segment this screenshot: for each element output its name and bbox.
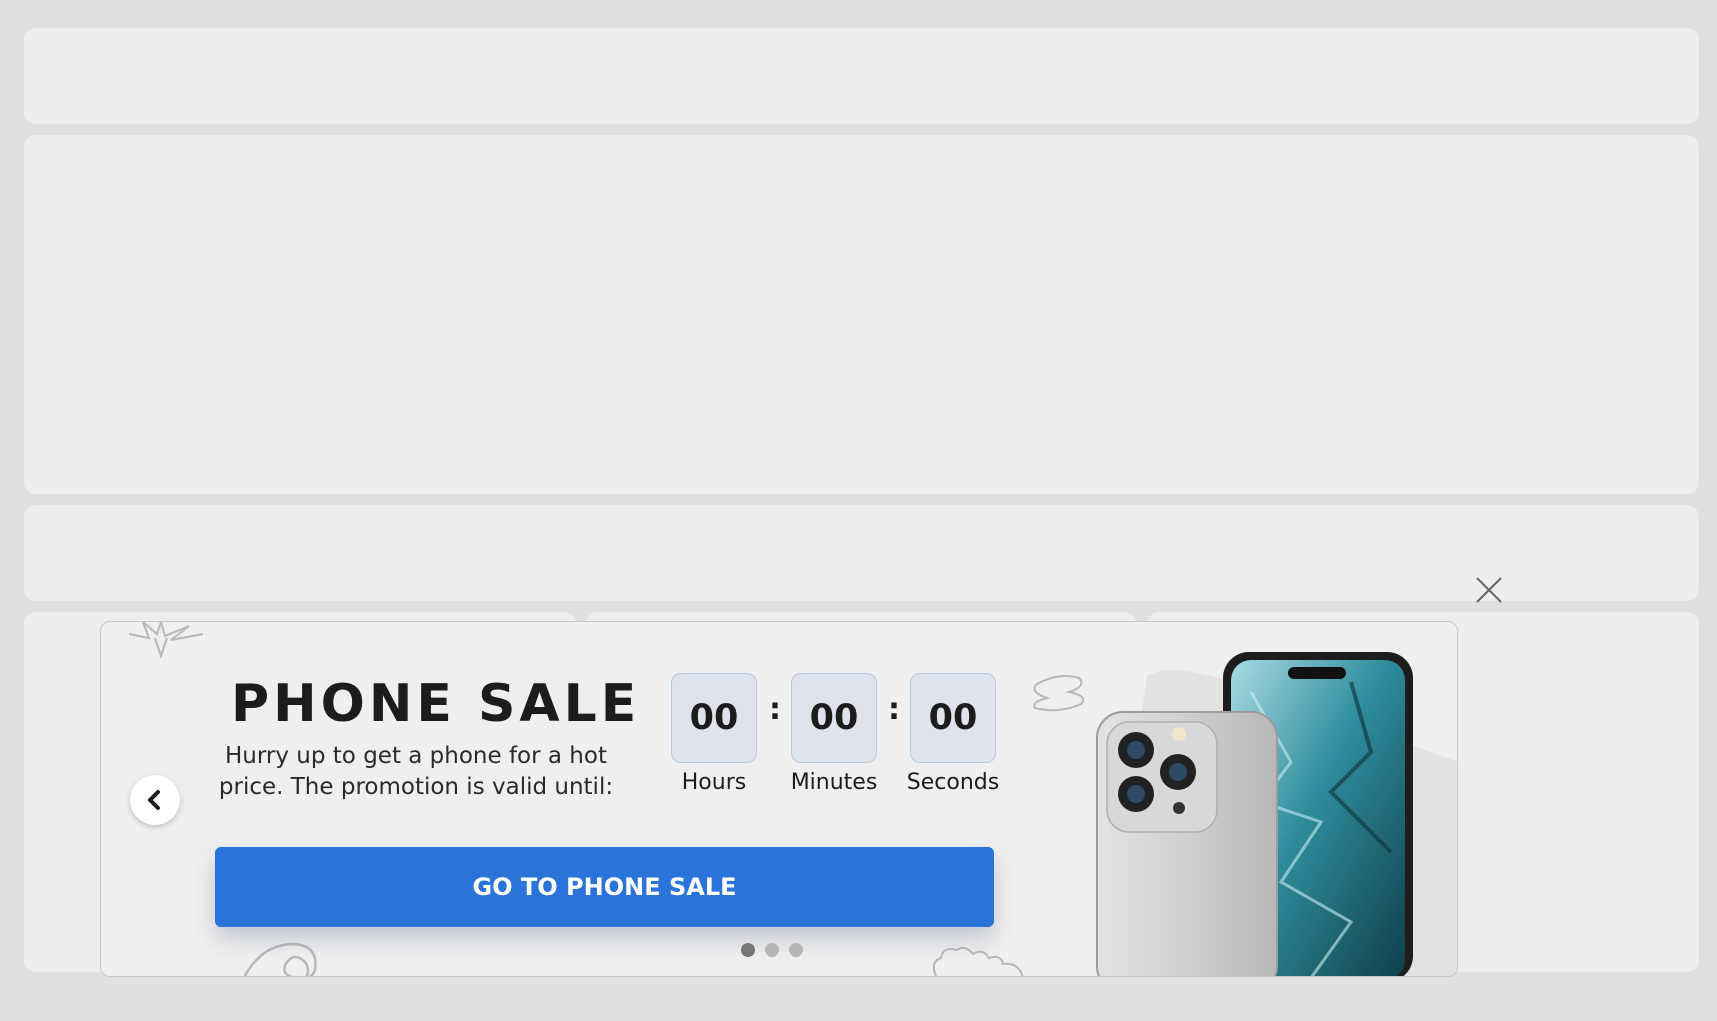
banner-title: PHONE SALE [231, 674, 641, 734]
go-to-phone-sale-button[interactable]: GO TO PHONE SALE [215, 847, 994, 927]
smartphone-product-image [1096, 652, 1457, 976]
carousel-dot-2[interactable] [765, 943, 779, 957]
placeholder-section-block [24, 505, 1699, 601]
timer-seconds-value: 00 [910, 673, 996, 763]
placeholder-header-block [24, 28, 1699, 124]
cloud-doodle-icon [932, 946, 1024, 976]
banner-subtitle: Hurry up to get a phone for a hot price.… [218, 743, 614, 800]
carousel-prev-button[interactable] [130, 775, 180, 825]
close-banner-button[interactable] [1472, 573, 1506, 607]
placeholder-hero-block [24, 135, 1699, 494]
timer-hours-label: Hours [681, 770, 747, 795]
timer-hours-value: 00 [671, 673, 757, 763]
close-icon [1476, 577, 1502, 603]
timer-minutes-label: Minutes [790, 770, 878, 795]
timer-seconds-label: Seconds [906, 770, 1000, 795]
carousel-dot-1[interactable] [741, 943, 755, 957]
page: PHONE SALE Hurry up to get a phone for a… [0, 0, 1717, 1021]
timer-separator: : [888, 692, 900, 727]
timer-separator: : [769, 692, 781, 727]
carousel-pagination [741, 943, 803, 957]
carousel-dot-3[interactable] [789, 943, 803, 957]
timer-minutes-value: 00 [791, 673, 877, 763]
starburst-doodle-icon [128, 622, 204, 660]
loop-doodle-icon [243, 942, 317, 976]
chevron-left-icon [148, 790, 160, 810]
promo-banner: PHONE SALE Hurry up to get a phone for a… [100, 621, 1458, 977]
